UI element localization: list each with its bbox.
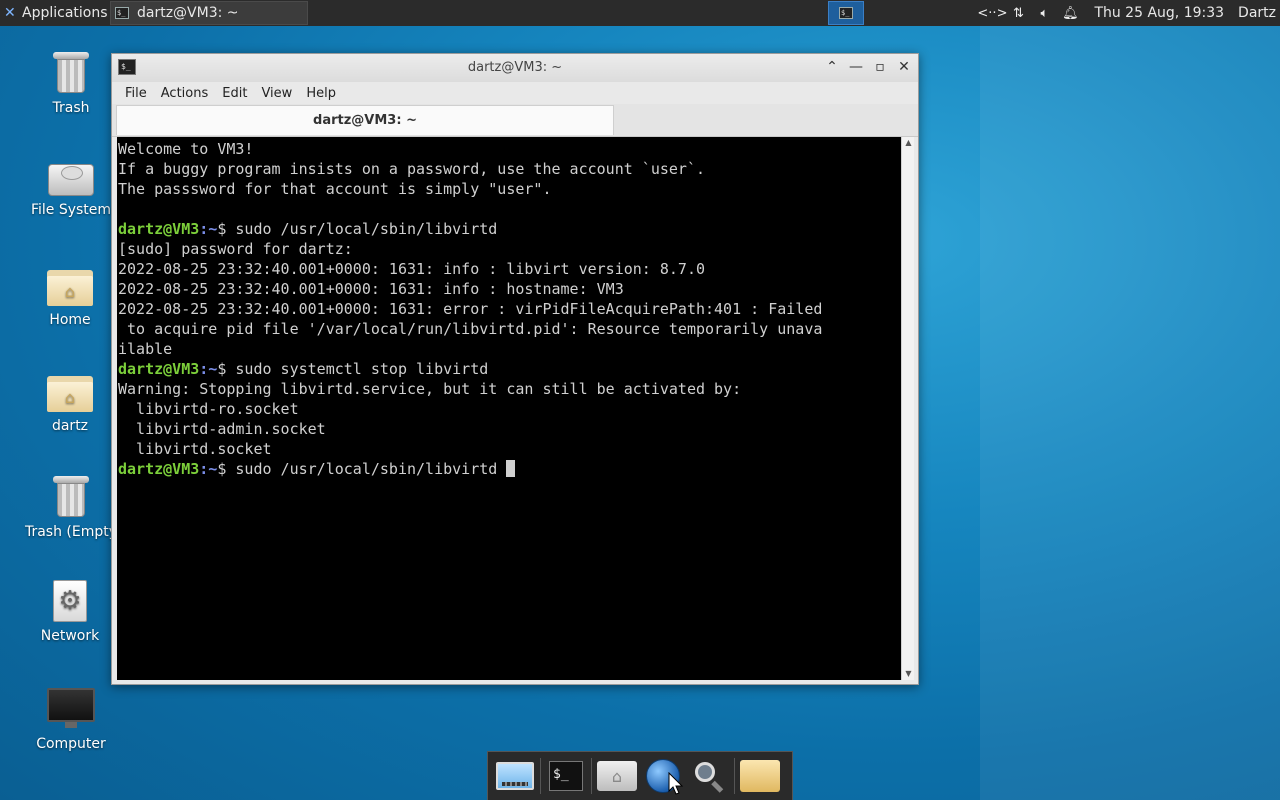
dock-separator <box>540 758 541 794</box>
notification-bell-icon[interactable]: 🔔︎ <box>1060 3 1080 23</box>
prompt-user: dartz@VM3 <box>118 220 200 238</box>
desktop-icon-label: Computer <box>36 736 106 752</box>
terminal-line: The passsword for that account is simply… <box>118 180 552 198</box>
desktop-icon-home[interactable]: ⌂ Home <box>15 268 125 328</box>
scroll-up-arrow-icon[interactable]: ▲ <box>902 137 915 149</box>
trash-icon <box>53 476 89 518</box>
prompt-user: dartz@VM3 <box>118 460 200 478</box>
terminal-line: dartz@VM3:~$ sudo /usr/local/sbin/libvir… <box>118 219 901 239</box>
tab-terminal[interactable]: dartz@VM3: ~ <box>116 105 614 135</box>
dock-separator <box>591 758 592 794</box>
terminal-line: 2022-08-25 23:32:40.001+0000: 1631: erro… <box>118 300 823 318</box>
drive-icon <box>48 160 94 196</box>
prompt-path: :~ <box>199 360 218 378</box>
network-icon[interactable]: <··> <box>977 3 1007 23</box>
terminal-line: libvirtd.socket <box>118 440 272 458</box>
shade-button[interactable]: ⌃ <box>824 58 840 76</box>
home-folder-icon: ⌂ <box>47 374 93 412</box>
bottom-dock: $_ ⌂ <box>487 751 793 800</box>
terminal-scrollbar[interactable]: ▲ ▼ <box>901 137 914 680</box>
network-gear-icon: ⚙ <box>53 580 87 622</box>
prompt-path: :~ <box>199 220 218 238</box>
home-folder-icon: ⌂ <box>47 268 93 306</box>
terminal-line: dartz@VM3:~$ sudo /usr/local/sbin/libvir… <box>118 459 901 479</box>
terminal-line: 2022-08-25 23:32:40.001+0000: 1631: info… <box>118 260 705 278</box>
menu-help[interactable]: Help <box>301 86 341 101</box>
terminal-line: If a buggy program insists on a password… <box>118 160 705 178</box>
desktop-icon-network[interactable]: ⚙ Network <box>15 580 125 644</box>
desktop-icon-computer[interactable]: Computer <box>16 688 126 752</box>
desktop-icon-label: Home <box>49 312 91 328</box>
tab-bar: dartz@VM3: ~ <box>112 104 918 137</box>
desktop-icon-file-system[interactable]: File System <box>16 160 126 218</box>
dock-terminal-launcher[interactable]: $_ <box>543 754 589 798</box>
terminal-line: libvirtd-admin.socket <box>118 420 326 438</box>
prompt-path: :~ <box>199 460 218 478</box>
menu-view[interactable]: View <box>256 86 297 101</box>
clock[interactable]: Thu 25 Aug, 19:33 <box>1094 5 1224 21</box>
desktop-icon-label: File System <box>30 202 112 218</box>
monitor-icon <box>47 688 95 730</box>
system-tray: <··> ⇅ 🔈︎ 🔔︎ Thu 25 Aug, 19:33 Dartz <box>977 0 1280 26</box>
terminal-window: $_ dartz@VM3: ~ ⌃ — ▫ ✕ File Actions Edi… <box>111 53 919 685</box>
menu-actions[interactable]: Actions <box>156 86 214 101</box>
close-button[interactable]: ✕ <box>896 58 912 76</box>
terminal-line: Warning: Stopping libvirtd.service, but … <box>118 380 742 398</box>
prompt-command: $ sudo /usr/local/sbin/libvirtd <box>217 460 507 478</box>
xfce-logo-icon: ✕ <box>4 5 16 21</box>
terminal-text: Welcome to VM3! If a buggy program insist… <box>117 137 901 479</box>
trash-icon <box>53 52 89 94</box>
desktop-icon-dartz[interactable]: ⌂ dartz <box>15 374 125 434</box>
maximize-button[interactable]: ▫ <box>872 58 888 76</box>
dock-display-launcher[interactable] <box>492 754 538 798</box>
desktop-icon-label: Network <box>40 628 100 644</box>
taskbar-terminal-title: dartz@VM3: ~ <box>137 5 239 21</box>
terminal-icon: $_ <box>839 7 853 19</box>
terminal-icon: $_ <box>549 761 583 791</box>
applications-label: Applications <box>22 5 108 21</box>
desktop-icon-label: Trash (Empty <box>24 524 118 540</box>
user-menu[interactable]: Dartz <box>1238 5 1276 21</box>
terminal-line: ilable <box>118 340 173 358</box>
terminal-output[interactable]: Welcome to VM3! If a buggy program insist… <box>117 137 901 680</box>
menu-bar: File Actions Edit View Help <box>112 82 918 104</box>
workspace-switcher[interactable]: $_ <box>828 1 864 25</box>
home-icon: ⌂ <box>597 761 637 791</box>
scroll-down-arrow-icon[interactable]: ▼ <box>902 668 915 680</box>
search-icon <box>693 760 725 793</box>
desktop-icon-label: Trash <box>52 100 90 116</box>
menu-file[interactable]: File <box>120 86 152 101</box>
prompt-user: dartz@VM3 <box>118 360 200 378</box>
desktop-icon-trash-empty[interactable]: Trash (Empty <box>16 476 126 540</box>
desktop-icon-label: dartz <box>51 418 89 434</box>
minimize-button[interactable]: — <box>848 58 864 76</box>
dock-search-launcher[interactable] <box>686 754 732 798</box>
terminal-line: 2022-08-25 23:32:40.001+0000: 1631: info… <box>118 280 624 298</box>
dock-folder-launcher[interactable] <box>737 754 783 798</box>
wallpaper-streak <box>980 26 1280 800</box>
window-title: dartz@VM3: ~ <box>467 60 563 75</box>
menu-edit[interactable]: Edit <box>217 86 252 101</box>
taskbar-terminal-button[interactable]: $_ dartz@VM3: ~ <box>110 1 308 25</box>
terminal-line: dartz@VM3:~$ sudo systemctl stop libvirt… <box>118 359 901 379</box>
desktop-icon-trash[interactable]: Trash <box>16 52 126 116</box>
terminal-line: [sudo] password for dartz: <box>118 240 353 258</box>
prompt-command: $ sudo systemctl stop libvirtd <box>217 360 489 378</box>
terminal-line: libvirtd-ro.socket <box>118 400 299 418</box>
folder-icon <box>740 760 780 792</box>
terminal-icon: $_ <box>115 7 129 19</box>
transfer-icon[interactable]: ⇅ <box>1008 3 1028 23</box>
text-cursor <box>506 460 516 477</box>
dock-home-launcher[interactable]: ⌂ <box>594 754 640 798</box>
terminal-line: to acquire pid file '/var/local/run/libv… <box>118 320 823 338</box>
volume-icon[interactable]: 🔈︎ <box>1034 3 1054 23</box>
dock-separator <box>734 758 735 794</box>
prompt-command: $ sudo /usr/local/sbin/libvirtd <box>217 220 498 238</box>
mouse-pointer-icon <box>668 772 684 795</box>
terminal-line: Welcome to VM3! <box>118 140 254 158</box>
window-titlebar[interactable]: $_ dartz@VM3: ~ ⌃ — ▫ ✕ <box>112 54 918 82</box>
top-panel: ✕ Applications ⋮ $_ dartz@VM3: ~ $_ <··>… <box>0 0 1280 26</box>
display-icon <box>496 762 534 790</box>
